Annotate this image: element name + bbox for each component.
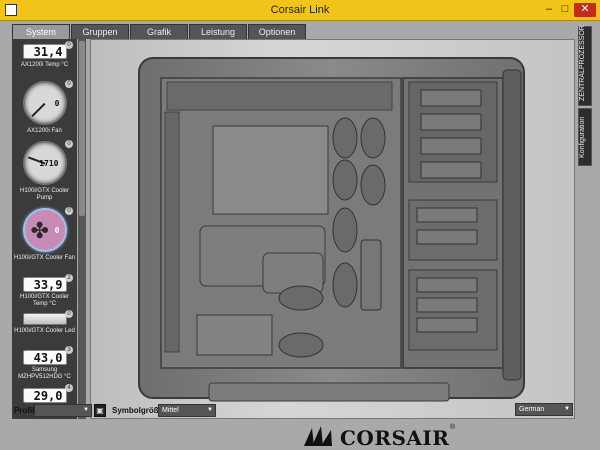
tab-leistung[interactable]: Leistung xyxy=(189,24,247,39)
tab-konfiguration[interactable]: Konfiguration xyxy=(578,108,592,166)
fan-icon: ✤ xyxy=(30,218,49,243)
widget-index-badge: 0 xyxy=(65,80,73,88)
sensor-widget-ax1200i-temp[interactable]: 0 31,4 AX1200i Temp °C xyxy=(12,39,77,79)
widget-label-text: Samsung MZHPV512HDG xyxy=(18,367,63,380)
sensor-widget-ax1200i-fan[interactable]: 0 0 AX1200i Fan xyxy=(12,79,77,139)
widget-index-badge: 0 xyxy=(65,207,73,215)
widget-unit: °C xyxy=(49,301,57,307)
gauge-dial: ✤ 0 xyxy=(22,208,67,252)
case-image xyxy=(138,57,525,402)
chevron-down-icon: ▼ xyxy=(564,406,570,412)
main-window: System Gruppen Grafik Leistung Optionen … xyxy=(0,21,600,450)
tab-grafik[interactable]: Grafik xyxy=(130,24,188,39)
widget-label: H100i/GTX Cooler Temp °C xyxy=(12,294,77,308)
sidebar-scrollbar[interactable] xyxy=(78,39,86,419)
tab-bar: System Gruppen Grafik Leistung Optionen xyxy=(12,24,307,39)
digital-readout: 43,0 xyxy=(22,350,67,365)
tab-gruppen[interactable]: Gruppen xyxy=(71,24,129,39)
sensor-widget-h100i-fan[interactable]: 0 ✤ 0 H100i/GTX Cooler Fan xyxy=(12,206,77,273)
symbol-size-dropdown[interactable]: Mittel ▼ xyxy=(158,404,216,417)
close-button[interactable]: ✕ xyxy=(574,3,596,17)
widget-index-badge: 4 xyxy=(65,384,73,392)
sensor-widget-h100i-temp[interactable]: 2 33,9 H100i/GTX Cooler Temp °C xyxy=(12,273,77,309)
widget-index-badge: 0 xyxy=(65,310,73,318)
window-title: Corsair Link xyxy=(270,4,330,16)
language-value: German xyxy=(519,406,545,413)
sensor-widget-h100i-pump[interactable]: 0 1710 H100i/GTX Cooler Pump xyxy=(12,139,77,206)
tab-optionen[interactable]: Optionen xyxy=(248,24,306,39)
led-color-swatch xyxy=(22,313,67,325)
title-bar: Corsair Link – □ ✕ xyxy=(0,0,600,21)
digital-readout: 33,9 xyxy=(22,277,67,292)
widget-label: AX1200i Temp °C xyxy=(20,62,69,68)
language-dropdown[interactable]: German ▼ xyxy=(515,403,573,416)
sensor-widget-h100i-led[interactable]: 0 H100i/GTX Cooler Led xyxy=(12,309,77,345)
digital-readout: 31,4 xyxy=(22,44,67,59)
gauge-value: 1710 xyxy=(39,159,59,168)
corsair-sails-icon xyxy=(304,426,332,446)
sensor-sidebar: 0 31,4 AX1200i Temp °C 0 0 AX1200i Fan 0… xyxy=(12,39,77,419)
widget-label: H100i/GTX Cooler Led xyxy=(14,328,75,334)
maximize-button[interactable]: □ xyxy=(556,3,574,17)
widget-unit: °C xyxy=(64,374,71,380)
profil-dropdown[interactable]: ▼ xyxy=(34,404,92,417)
symbol-size-value: Mittel xyxy=(162,407,179,414)
widget-index-badge: 3 xyxy=(65,346,73,354)
widget-label: H100i/GTX Cooler Fan xyxy=(13,255,76,261)
right-side-tabs: ZENTRALPROZESSOR Konfiguration xyxy=(578,25,592,168)
save-icon: ▣ xyxy=(96,406,104,415)
corsair-logo: CORSAIR ® xyxy=(302,424,462,450)
tab-zentralprozessor[interactable]: ZENTRALPROZESSOR xyxy=(578,25,592,106)
corsair-wordmark: CORSAIR xyxy=(340,426,450,450)
case-view xyxy=(90,39,575,419)
gauge-dial: 0 xyxy=(22,81,67,125)
widget-label: Samsung MZHPV512HDG °C xyxy=(12,367,77,381)
widget-label: H100i/GTX Cooler Pump xyxy=(19,188,70,201)
gauge-dial: 1710 xyxy=(22,141,67,185)
chevron-down-icon: ▼ xyxy=(207,407,213,413)
widget-index-badge: 2 xyxy=(65,274,73,282)
chevron-down-icon: ▼ xyxy=(83,407,89,413)
widget-index-badge: 0 xyxy=(65,41,73,49)
gauge-needle xyxy=(31,103,46,118)
sensor-widget-samsung-ssd[interactable]: 3 43,0 Samsung MZHPV512HDG °C xyxy=(12,345,77,383)
widget-label: AX1200i Fan xyxy=(27,128,62,134)
widget-index-badge: 0 xyxy=(65,140,73,148)
bottom-toolbar: Profil: ▼ ▣ Symbolgröße: Mittel ▼ German… xyxy=(0,400,600,450)
registered-mark: ® xyxy=(450,424,456,431)
gauge-value: 0 xyxy=(54,99,60,108)
save-profile-button[interactable]: ▣ xyxy=(94,404,106,417)
scrollbar-thumb[interactable] xyxy=(79,41,85,216)
tab-system[interactable]: System xyxy=(12,24,70,39)
gauge-value: 0 xyxy=(54,226,60,235)
widget-label-text: H100i/GTX Cooler Temp xyxy=(19,294,70,307)
